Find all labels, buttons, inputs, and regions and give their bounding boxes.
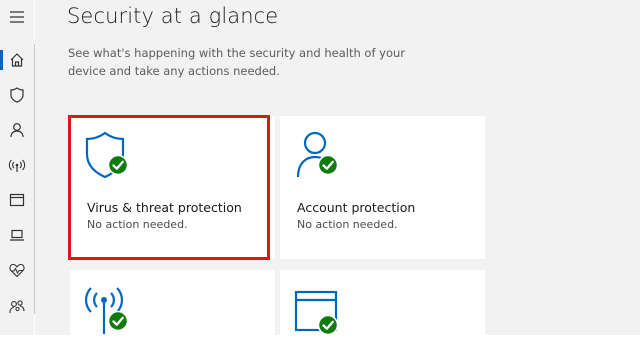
- page-title: Security at a glance: [67, 4, 279, 28]
- page-description: See what's happening with the security a…: [68, 46, 406, 78]
- sidebar-item-virus-protection[interactable]: [7, 85, 27, 105]
- person-check-icon: [296, 131, 339, 178]
- card-title: Account protection: [297, 200, 416, 215]
- laptop-icon: [10, 229, 24, 241]
- hamburger-menu-icon[interactable]: [7, 7, 27, 27]
- card-account-protection[interactable]: Account protection No action needed.: [280, 116, 485, 259]
- sidebar-item-firewall[interactable]: [7, 155, 27, 175]
- card-status: No action needed.: [297, 218, 398, 231]
- home-icon: [10, 53, 24, 67]
- active-indicator: [0, 50, 3, 70]
- sidebar-item-home[interactable]: [7, 50, 27, 70]
- card-app-browser-control[interactable]: [280, 270, 485, 336]
- sidebar-item-device-health[interactable]: [7, 260, 27, 280]
- sidebar-item-app-browser[interactable]: [7, 190, 27, 210]
- sidebar: [0, 0, 34, 335]
- heart-pulse-icon: [9, 263, 25, 278]
- family-icon: [9, 300, 25, 314]
- app-browser-check-icon: [294, 290, 339, 336]
- shield-icon: [10, 87, 24, 103]
- sidebar-item-device-security[interactable]: [7, 225, 27, 245]
- sidebar-item-account[interactable]: [7, 120, 27, 140]
- highlight-box: [68, 115, 270, 260]
- app-browser-icon: [9, 193, 25, 207]
- person-icon: [10, 123, 24, 138]
- sidebar-item-family[interactable]: [7, 296, 27, 316]
- wireless-icon: [8, 159, 26, 172]
- wireless-check-icon: [84, 287, 129, 334]
- card-firewall-network-protection[interactable]: [70, 270, 275, 335]
